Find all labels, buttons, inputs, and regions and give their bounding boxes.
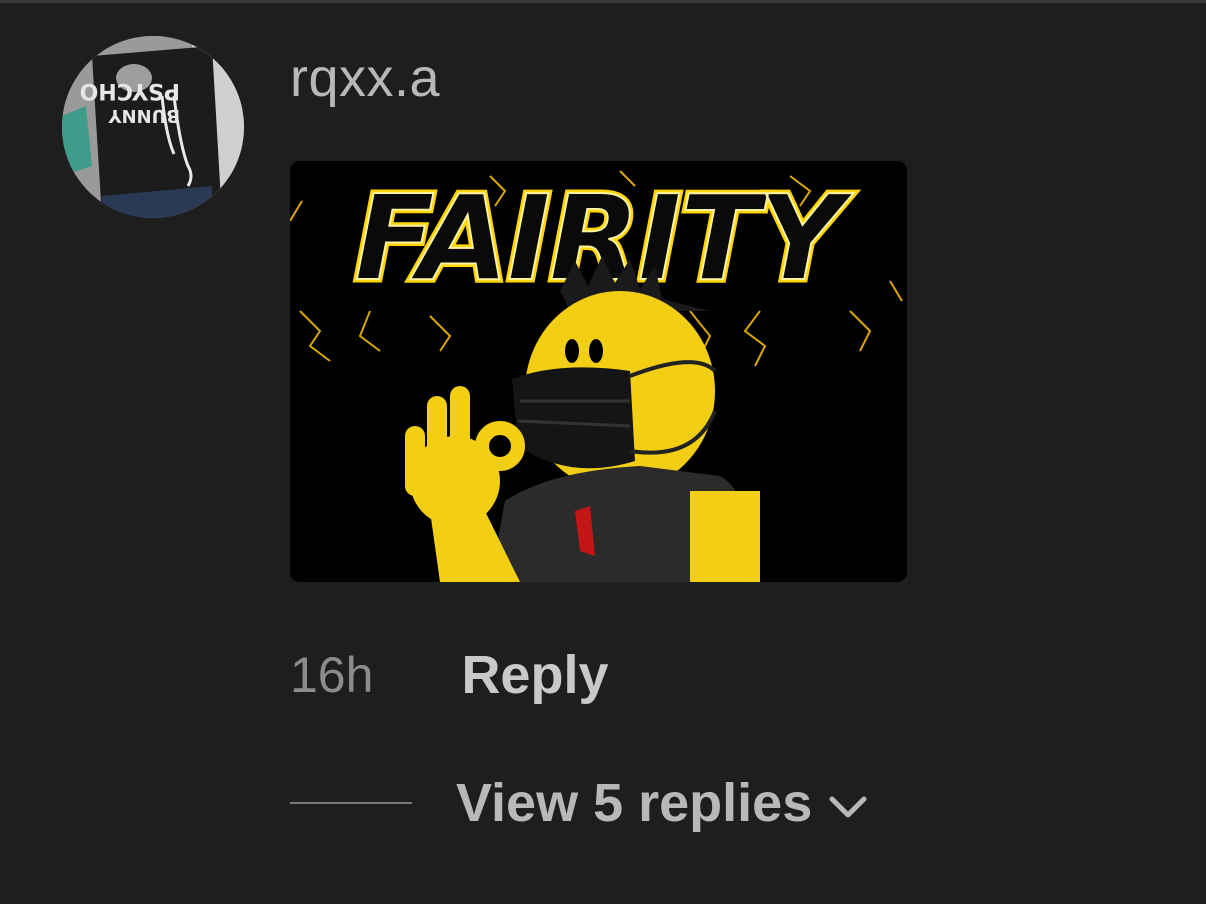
view-replies-label: View 5 replies bbox=[456, 773, 813, 833]
replies-row: View 5 replies bbox=[290, 768, 868, 838]
comment-item: PSYCHO BUNNY rqxx.a FAIRITY FAIRITY 16h … bbox=[0, 0, 1206, 904]
chevron-down-icon bbox=[829, 796, 867, 818]
comment-image[interactable]: FAIRITY FAIRITY bbox=[290, 161, 907, 582]
timestamp: 16h bbox=[290, 647, 374, 703]
view-replies-button[interactable]: View 5 replies bbox=[456, 768, 868, 838]
avatar[interactable]: PSYCHO BUNNY bbox=[62, 36, 244, 218]
fairity-banner-image: FAIRITY FAIRITY bbox=[290, 161, 907, 582]
username[interactable]: rqxx.a bbox=[290, 46, 440, 110]
replies-divider bbox=[290, 802, 412, 804]
profile-photo-icon: PSYCHO BUNNY bbox=[62, 36, 244, 218]
reply-button[interactable]: Reply bbox=[461, 640, 608, 710]
avatar-text-top: PSYCHO bbox=[80, 78, 180, 103]
comment-actions: 16h Reply bbox=[290, 640, 609, 710]
avatar-text-bottom: BUNNY bbox=[108, 105, 180, 126]
